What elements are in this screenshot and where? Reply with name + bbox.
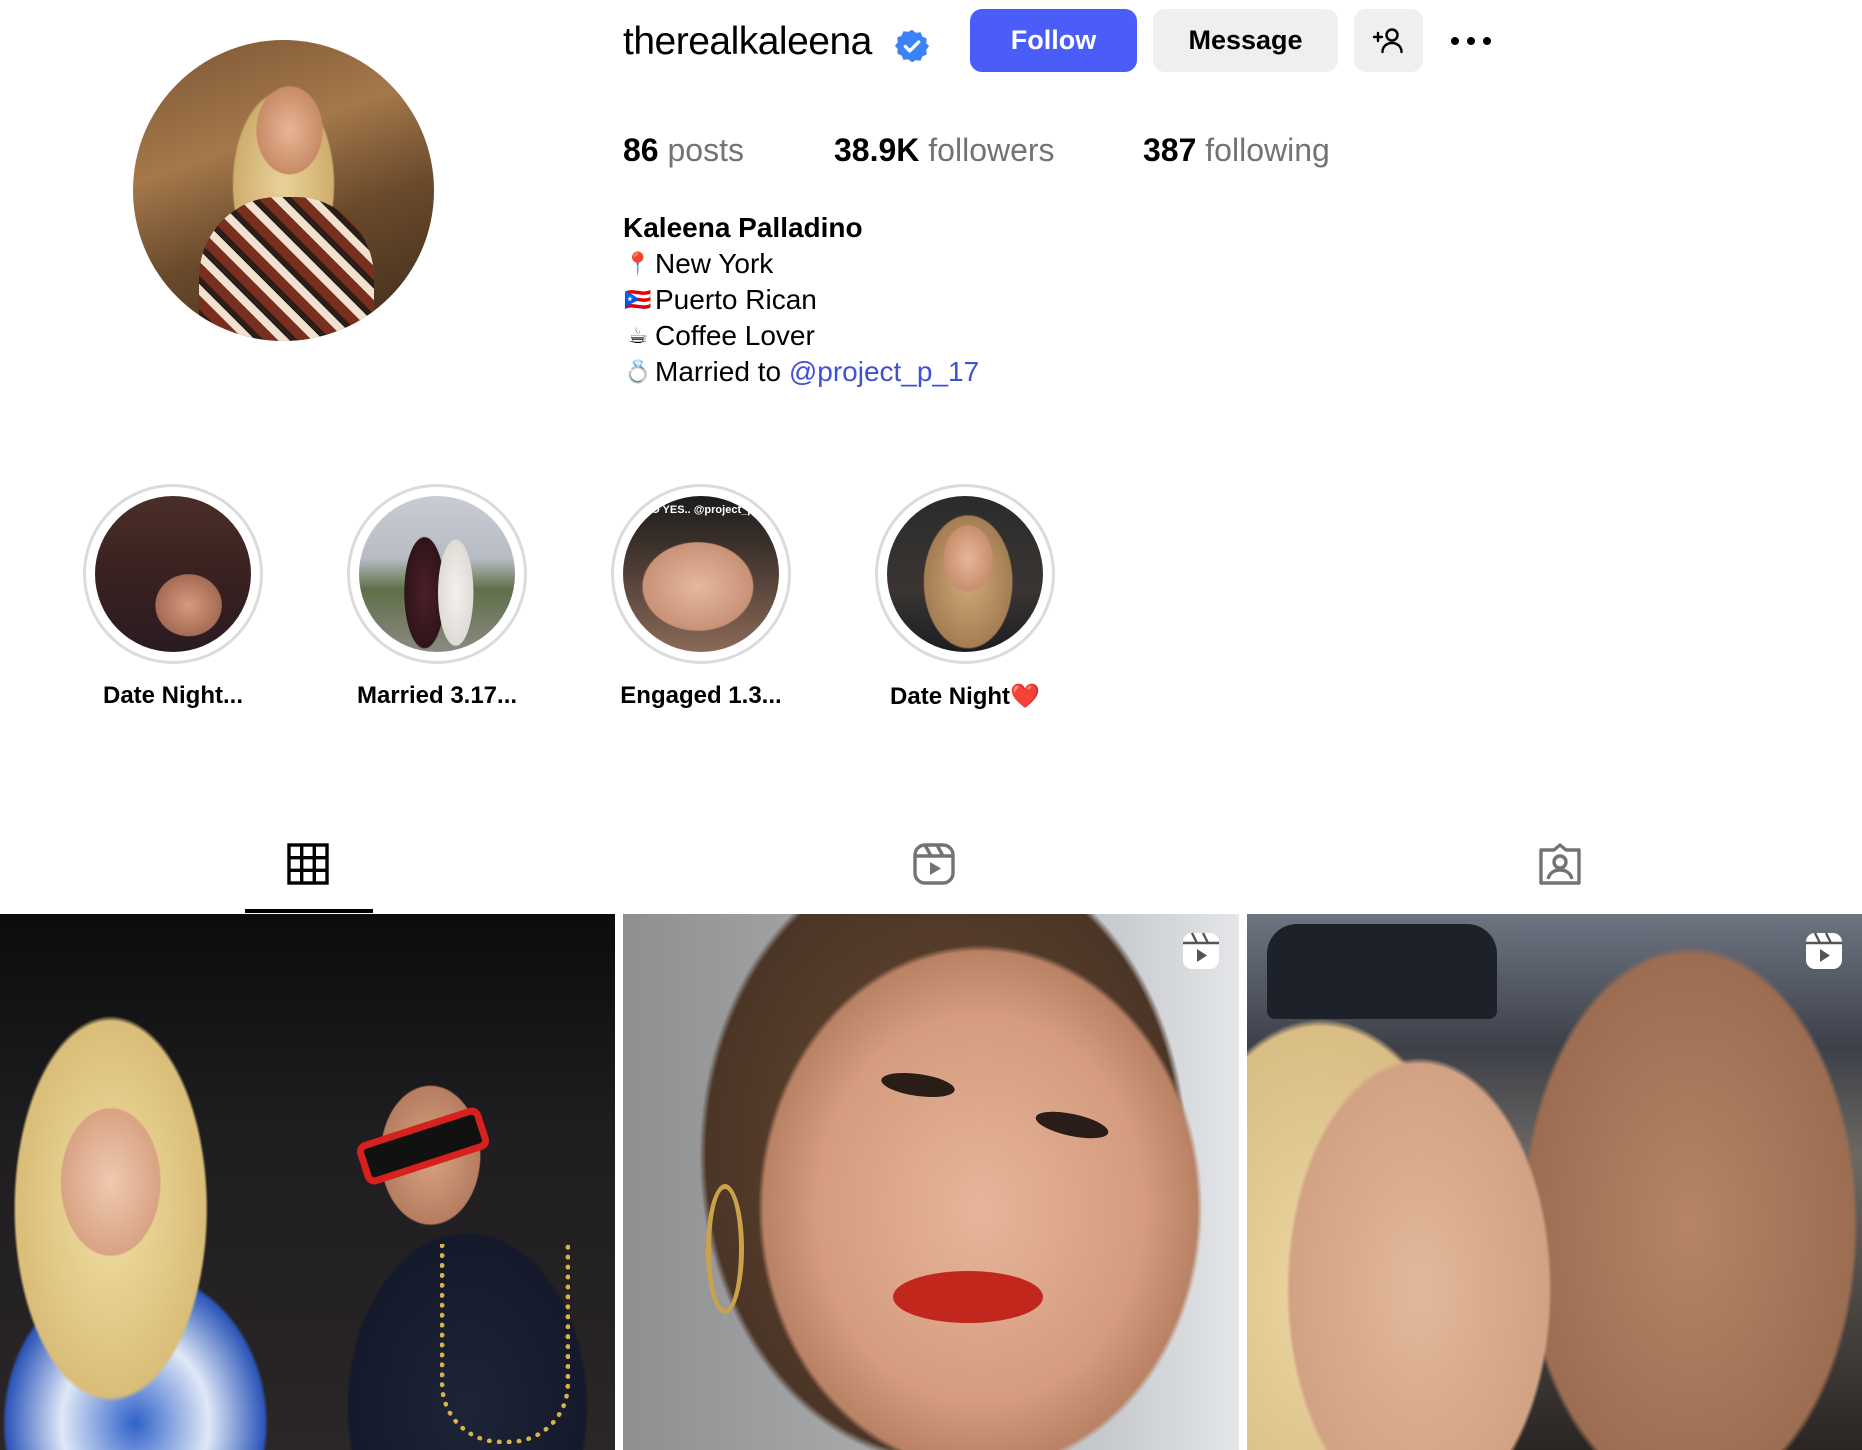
tagged-icon [1539, 843, 1581, 885]
posts-count: 86 [623, 132, 659, 168]
post-photo-detail [1267, 924, 1497, 1019]
post-photo-detail [354, 1104, 492, 1188]
bio-coffee-text: Coffee Lover [655, 320, 815, 351]
following-count: 387 [1143, 132, 1197, 168]
followers-stat[interactable]: 38.9K followers [834, 128, 1055, 172]
bio-line-heritage: 🇵🇷 Puerto Rican [623, 282, 979, 318]
highlight-cover [359, 496, 515, 652]
post-photo-detail [1033, 1106, 1111, 1144]
highlight-cover [887, 496, 1043, 652]
profile-bio: Kaleena Palladino 📍 New York 🇵🇷 Puerto R… [623, 210, 979, 390]
ring-icon: 💍 [624, 359, 652, 384]
post-photo-detail [440, 1244, 570, 1444]
highlight-cover [95, 496, 251, 652]
posts-stat: 86 posts [623, 128, 744, 172]
highlight-cover-caption: ..O YES.. @project_p_17 [645, 504, 773, 516]
bio-heritage-text: Puerto Rican [655, 284, 817, 315]
coffee-icon: ☕ [628, 323, 648, 348]
highlight-label: Date Night... [102, 682, 243, 709]
pin-icon: 📍 [624, 251, 652, 276]
grid-icon [287, 843, 329, 885]
followers-count: 38.9K [834, 132, 920, 168]
add-user-icon [1372, 27, 1403, 53]
highlight-cover: ..O YES.. @project_p_17 [623, 496, 779, 652]
tab-tagged[interactable] [1536, 840, 1586, 890]
following-label: following [1205, 132, 1330, 168]
post-photo-detail [706, 1184, 744, 1314]
more-options-icon[interactable] [1442, 24, 1500, 58]
bio-location-text: New York [655, 248, 774, 279]
followers-label: followers [928, 132, 1055, 168]
post-photo-detail [879, 1068, 957, 1102]
highlight-ring: ..O YES.. @project_p_17 [611, 484, 791, 664]
highlight-item[interactable]: Married 3.17... [347, 484, 527, 709]
profile-full-name: Kaleena Palladino [623, 212, 863, 243]
mention-link[interactable]: @project_p_17 [789, 354, 979, 390]
highlight-ring [347, 484, 527, 664]
post-photo-detail [893, 1271, 1043, 1323]
post-thumbnail[interactable] [1247, 914, 1862, 1450]
verified-badge-icon [894, 29, 930, 63]
highlight-ring [83, 484, 263, 664]
post-thumbnail[interactable] [623, 914, 1239, 1450]
highlight-item[interactable]: ..O YES.. @project_p_17 Engaged 1.3... [611, 484, 791, 709]
following-stat[interactable]: 387 following [1143, 128, 1330, 172]
profile-avatar[interactable] [133, 40, 434, 341]
posts-label: posts [667, 132, 744, 168]
highlight-item[interactable]: Date Night❤️ [875, 484, 1055, 710]
highlight-ring [875, 484, 1055, 664]
bio-line-location: 📍 New York [623, 246, 979, 282]
reels-icon [913, 843, 955, 885]
highlight-label: Date Night❤️ [890, 683, 1040, 710]
reel-badge-icon [1183, 932, 1219, 969]
highlight-label: Married 3.17... [356, 682, 518, 709]
post-thumbnail[interactable] [0, 914, 615, 1450]
active-tab-indicator [245, 909, 373, 913]
reel-badge-icon [1806, 932, 1842, 969]
tab-reels[interactable] [910, 840, 960, 890]
bio-line-coffee: ☕ Coffee Lover [623, 318, 979, 354]
profile-username: therealkaleena [623, 20, 872, 63]
flag-icon: 🇵🇷 [624, 287, 652, 312]
bio-married-text: Married to [655, 356, 789, 387]
bio-line-married: 💍 Married to @project_p_17 [623, 354, 979, 390]
highlight-item[interactable]: Date Night... [83, 484, 263, 709]
suggest-account-button[interactable] [1354, 9, 1423, 72]
message-button[interactable]: Message [1153, 9, 1338, 72]
follow-button[interactable]: Follow [970, 9, 1137, 72]
highlight-label: Engaged 1.3... [620, 682, 782, 709]
tab-posts[interactable] [284, 840, 334, 890]
